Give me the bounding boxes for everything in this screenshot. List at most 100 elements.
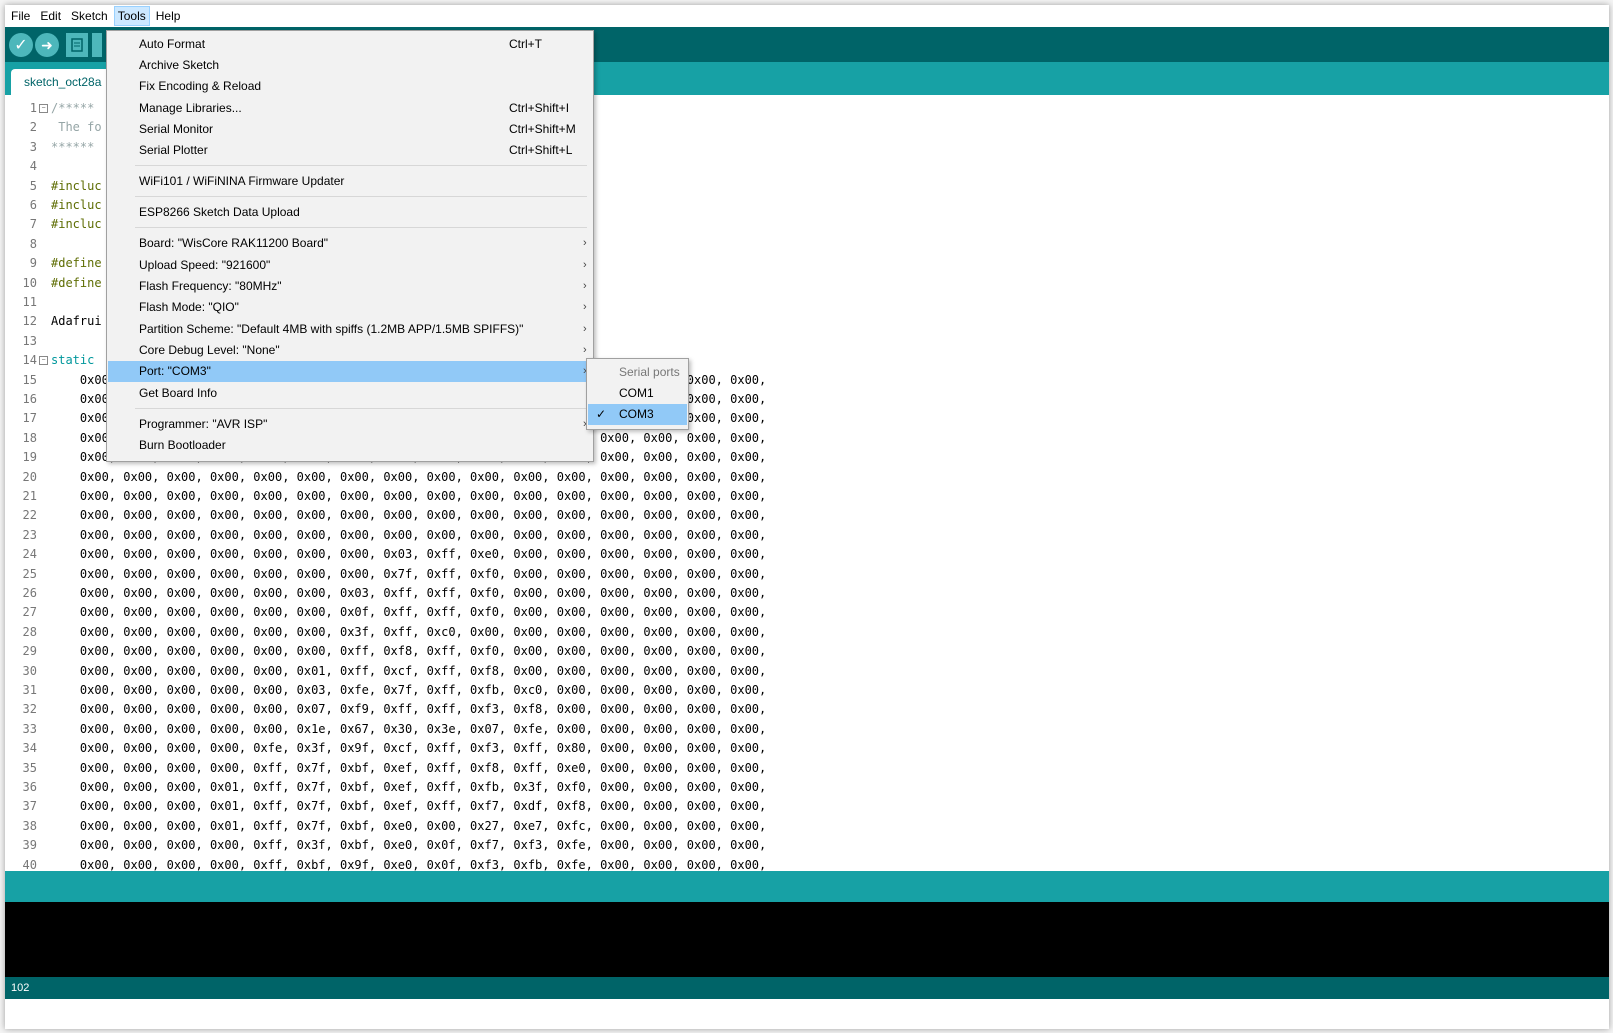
menu-item-partition-scheme[interactable]: Partition Scheme: "Default 4MB with spif… bbox=[108, 319, 590, 340]
menu-item-fix-encoding[interactable]: Fix Encoding & Reload bbox=[108, 76, 590, 97]
line-number: 26 bbox=[22, 586, 37, 600]
menu-item-label: Port: "COM3" bbox=[139, 364, 211, 378]
code-line: #define bbox=[51, 276, 102, 290]
fold-toggle-icon[interactable]: − bbox=[39, 104, 48, 113]
line-number: 14 bbox=[22, 353, 37, 367]
code-line: 0x00, 0x00, 0x00, 0x00, 0x00, 0x00, 0x00… bbox=[51, 528, 767, 542]
line-number: 36 bbox=[22, 780, 37, 794]
menu-sketch[interactable]: Sketch bbox=[67, 6, 112, 26]
menu-item-board[interactable]: Board: "WisCore RAK11200 Board" › bbox=[108, 233, 590, 254]
line-number: 29 bbox=[22, 644, 37, 658]
line-number: 21 bbox=[22, 489, 37, 503]
menu-item-label: Get Board Info bbox=[139, 386, 218, 400]
menu-item-core-debug-level[interactable]: Core Debug Level: "None" › bbox=[108, 340, 590, 361]
menu-item-label: Serial Monitor bbox=[139, 122, 214, 136]
port-submenu: Serial ports COM1 ✓ COM3 bbox=[586, 358, 689, 430]
menu-item-label: Board: "WisCore RAK11200 Board" bbox=[139, 236, 329, 250]
line-number: 19 bbox=[22, 450, 37, 464]
code-line: 0x00, 0x00, 0x00, 0x00, 0x00, 0x00, 0x00… bbox=[51, 547, 767, 561]
menu-item-serial-monitor[interactable]: Serial Monitor Ctrl+Shift+M bbox=[108, 119, 590, 140]
line-number: 23 bbox=[22, 528, 37, 542]
tools-dropdown-menu: Auto Format Ctrl+T Archive Sketch Fix Encod… bbox=[106, 30, 594, 462]
line-number: 12 bbox=[22, 314, 37, 328]
menu-edit[interactable]: Edit bbox=[36, 6, 65, 26]
menu-item-label: Core Debug Level: "None" bbox=[139, 343, 280, 357]
upload-button[interactable]: ➜ bbox=[35, 33, 59, 57]
menu-item-label: Partition Scheme: "Default 4MB with spif… bbox=[139, 322, 524, 336]
menu-item-flash-frequency[interactable]: Flash Frequency: "80MHz" › bbox=[108, 276, 590, 297]
menu-item-label: Upload Speed: "921600" bbox=[139, 258, 271, 272]
code-line: 0x00, 0x00, 0x00, 0x01, 0xff, 0x7f, 0xbf… bbox=[51, 819, 767, 833]
menu-item-label: Programmer: "AVR ISP" bbox=[139, 417, 268, 431]
menu-item-label: Flash Frequency: "80MHz" bbox=[139, 279, 282, 293]
line-number: 38 bbox=[22, 819, 37, 833]
code-line: 0x00, 0x00, 0x00, 0x00, 0x00, 0x00, 0x00… bbox=[51, 489, 767, 503]
line-number: 13 bbox=[22, 334, 37, 348]
menu-file[interactable]: File bbox=[7, 6, 34, 26]
code-line: 0x00, 0x00, 0x00, 0x00, 0x00, 0x00, 0x3f… bbox=[51, 625, 767, 639]
menu-item-shortcut: Ctrl+Shift+I bbox=[509, 101, 570, 115]
verify-button[interactable]: ✓ bbox=[9, 33, 33, 57]
menu-item-get-board-info[interactable]: Get Board Info bbox=[108, 383, 590, 404]
code-line: 0x00, 0x00, 0x00, 0x00, 0x00, 0x00, 0x00… bbox=[51, 470, 767, 484]
arrow-right-icon: ➜ bbox=[41, 36, 53, 53]
menu-item-manage-libraries[interactable]: Manage Libraries... Ctrl+Shift+I bbox=[108, 98, 590, 119]
menu-bar: File Edit Sketch Tools Help bbox=[5, 5, 1609, 27]
checkmark-icon: ✓ bbox=[596, 407, 607, 421]
code-line: 0x00, 0x00, 0x00, 0x00, 0xff, 0x3f, 0xbf… bbox=[51, 838, 767, 852]
menu-help[interactable]: Help bbox=[152, 6, 185, 26]
menu-item-label: Archive Sketch bbox=[139, 58, 220, 72]
menu-item-flash-mode[interactable]: Flash Mode: "QIO" › bbox=[108, 297, 590, 318]
line-number: 32 bbox=[22, 702, 37, 716]
menu-item-esp8266-data-upload[interactable]: ESP8266 Sketch Data Upload bbox=[108, 202, 590, 223]
port-option-label: COM3 bbox=[619, 407, 654, 421]
code-line: 0x00, 0x00, 0x00, 0x00, 0xff, 0x7f, 0xbf… bbox=[51, 761, 767, 775]
code-line: 0x00, 0x00, 0x00, 0x00, 0x00, 0x00, 0x00… bbox=[51, 567, 767, 581]
console-output bbox=[5, 902, 1609, 977]
code-line: 0x00, 0x00, 0x00, 0x00, 0x00, 0x00, 0x03… bbox=[51, 586, 767, 600]
code-line: static bbox=[51, 353, 95, 367]
menu-item-label: ESP8266 Sketch Data Upload bbox=[139, 205, 300, 219]
line-number: 37 bbox=[22, 799, 37, 813]
menu-item-label: Auto Format bbox=[139, 37, 206, 51]
code-line: The fo bbox=[51, 120, 102, 134]
code-line: 0x00, 0x00, 0x00, 0x00, 0x00, 0x00, 0xff… bbox=[51, 644, 767, 658]
menu-item-burn-bootloader[interactable]: Burn Bootloader bbox=[108, 435, 590, 456]
menu-item-label: Serial Plotter bbox=[139, 143, 208, 157]
line-number: 28 bbox=[22, 625, 37, 639]
file-icon bbox=[71, 38, 83, 52]
submenu-arrow-icon: › bbox=[583, 237, 587, 249]
menu-item-firmware-updater[interactable]: WiFi101 / WiFiNINA Firmware Updater bbox=[108, 171, 590, 192]
code-line: 0x00, 0x00, 0x00, 0x00, 0x00, 0x01, 0xff… bbox=[51, 664, 767, 678]
line-number: 9 bbox=[29, 256, 37, 270]
code-line: 0x00, 0x00, 0x00, 0x00, 0x00, 0x00, 0x0f… bbox=[51, 605, 767, 619]
line-number: 17 bbox=[22, 411, 37, 425]
check-icon: ✓ bbox=[14, 37, 28, 54]
menu-tools[interactable]: Tools bbox=[113, 6, 150, 26]
line-number: 40 bbox=[22, 858, 37, 871]
code-line: 0x00, 0x00, 0x00, 0x00, 0x00, 0x03, 0xfe… bbox=[51, 683, 767, 697]
menu-item-auto-format[interactable]: Auto Format Ctrl+T bbox=[108, 34, 590, 55]
code-line: ****** bbox=[51, 140, 95, 154]
submenu-header-serial-ports: Serial ports bbox=[588, 362, 687, 383]
port-option-com1[interactable]: COM1 bbox=[588, 383, 687, 404]
menu-item-programmer[interactable]: Programmer: "AVR ISP" › bbox=[108, 414, 590, 435]
line-number: 2 bbox=[29, 120, 37, 134]
fold-toggle-icon[interactable]: − bbox=[39, 356, 48, 365]
menu-item-shortcut: Ctrl+Shift+L bbox=[509, 143, 573, 157]
port-option-com3[interactable]: ✓ COM3 bbox=[588, 404, 687, 425]
menu-item-label: Burn Bootloader bbox=[139, 438, 226, 452]
menu-item-archive-sketch[interactable]: Archive Sketch bbox=[108, 55, 590, 76]
code-line: 0x00, 0x00, 0x00, 0x00, 0x00, 0x00, 0x00… bbox=[51, 508, 767, 522]
submenu-arrow-icon: › bbox=[583, 323, 587, 335]
line-number: 5 bbox=[29, 179, 37, 193]
code-line: #incluc bbox=[51, 217, 102, 231]
menu-item-upload-speed[interactable]: Upload Speed: "921600" › bbox=[108, 255, 590, 276]
line-number: 34 bbox=[22, 741, 37, 755]
code-line: 0x00, 0x00, 0x00, 0x00, 0x00, 0x07, 0xf9… bbox=[51, 702, 767, 716]
menu-item-port[interactable]: Port: "COM3" › bbox=[108, 361, 590, 382]
open-sketch-button[interactable] bbox=[92, 33, 102, 57]
menu-item-serial-plotter[interactable]: Serial Plotter Ctrl+Shift+L bbox=[108, 140, 590, 161]
new-sketch-button[interactable] bbox=[66, 33, 88, 57]
submenu-arrow-icon: › bbox=[583, 259, 587, 271]
